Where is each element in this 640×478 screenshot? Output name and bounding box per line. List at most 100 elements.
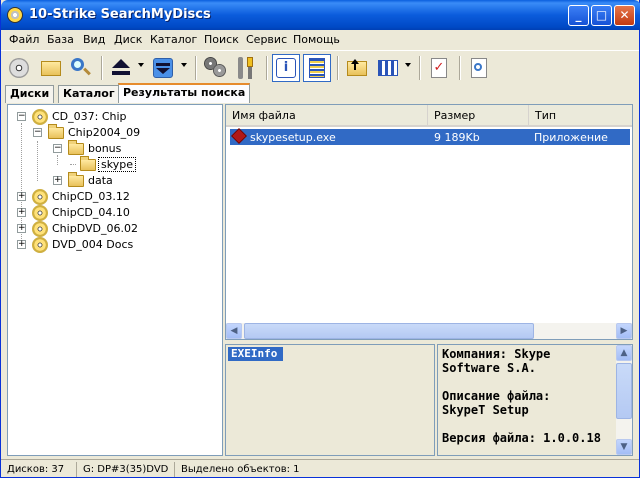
check-icon[interactable]: ✓: [425, 54, 453, 82]
tab-catalog-label: Каталог: [63, 87, 115, 100]
column-header-size[interactable]: Размер: [428, 105, 529, 127]
menu-bar: Файл База Вид Диск Каталог Поиск Сервис …: [1, 30, 639, 50]
tree-item-folder[interactable]: data: [68, 172, 188, 189]
vertical-scrollbar[interactable]: ▲ ▼: [616, 345, 632, 455]
file-list: Имя файла Размер Тип skypesetup.exe 9 18…: [225, 104, 633, 340]
scroll-down-button[interactable]: ▼: [616, 439, 632, 455]
minimize-button[interactable]: _: [568, 5, 589, 26]
close-button[interactable]: ✕: [614, 5, 635, 26]
description-label: Описание файла:: [442, 389, 551, 403]
menu-disc[interactable]: Диск: [114, 33, 142, 46]
tree-guide: [70, 164, 76, 165]
tree-item-disc[interactable]: ChipDVD_06.02: [32, 221, 212, 237]
tree-item-disc[interactable]: ChipCD_04.10: [32, 205, 212, 221]
tree-item-label: CD_037: Chip: [52, 110, 127, 123]
menu-help[interactable]: Помощь: [293, 33, 340, 46]
tree-toggle-expand[interactable]: +: [17, 208, 26, 217]
scroll-right-button[interactable]: ▶: [616, 323, 632, 339]
toolbar-separator: [101, 56, 103, 80]
scroll-left-button[interactable]: ◀: [226, 323, 242, 339]
tree-item-disc[interactable]: DVD_004 Docs: [32, 237, 212, 253]
status-drive: G: DP#3(35)DVD: [79, 462, 175, 477]
column-header-type[interactable]: Тип: [529, 105, 632, 127]
tree-item-label: data: [88, 174, 113, 187]
disc-icon: [32, 221, 48, 237]
tab-discs-label: Диски: [10, 87, 50, 100]
scroll-thumb[interactable]: [616, 363, 632, 419]
horizontal-scrollbar[interactable]: ◀ ▶: [226, 323, 632, 339]
info-icon[interactable]: i: [272, 54, 300, 82]
drive-dropdown-icon[interactable]: [181, 63, 187, 67]
status-bar: Дисков: 37 G: DP#3(35)DVD Выделено объек…: [1, 459, 639, 477]
tree-toggle-collapse[interactable]: −: [33, 128, 42, 137]
open-folder-icon: [80, 156, 96, 171]
table-row[interactable]: skypesetup.exe 9 189Kb Приложение: [230, 128, 630, 145]
toolbar-separator: [459, 56, 461, 80]
scroll-thumb[interactable]: [244, 323, 534, 339]
tree-item-label: ChipCD_03.12: [52, 190, 130, 203]
tree-toggle-collapse[interactable]: −: [53, 144, 62, 153]
company-label: Компания: Skype: [442, 347, 551, 361]
menu-database[interactable]: База: [47, 33, 74, 46]
disc-icon: [32, 109, 48, 125]
tree-item-label: DVD_004 Docs: [52, 238, 134, 251]
tree-toggle-expand[interactable]: +: [17, 224, 26, 233]
exeinfo-panel: EXEInfo: [225, 344, 435, 456]
file-size-cell: 9 189Kb: [434, 131, 480, 144]
toolbar-separator: [266, 56, 268, 80]
file-info-panel: Компания: Skype Software S.A. Описание ф…: [437, 344, 633, 456]
folder-icon[interactable]: [37, 54, 65, 82]
menu-search[interactable]: Поиск: [204, 33, 239, 46]
drive-icon[interactable]: [149, 54, 177, 82]
title-bar[interactable]: 10-Strike SearchMyDiscs _ □ ✕: [1, 0, 640, 30]
exeinfo-title: EXEInfo: [228, 347, 284, 361]
tree-toggle-expand[interactable]: +: [53, 176, 62, 185]
view-icon[interactable]: [374, 54, 402, 82]
tree-item-disc[interactable]: ChipCD_03.12: [32, 189, 212, 205]
eject-dropdown-icon[interactable]: [138, 63, 144, 67]
tree-toggle-expand[interactable]: +: [17, 240, 26, 249]
up-folder-icon[interactable]: [343, 54, 371, 82]
status-selected: Выделено объектов: 1: [181, 464, 300, 475]
tree-item-disc[interactable]: CD_037: Chip: [32, 109, 212, 125]
eject-icon[interactable]: [107, 54, 135, 82]
tree-item-folder-selected[interactable]: skype: [80, 156, 180, 173]
tree-item-label: skype: [98, 157, 136, 172]
column-header-name[interactable]: Имя файла: [226, 105, 428, 127]
tab-discs[interactable]: Диски: [5, 85, 55, 103]
exe-file-icon: [231, 128, 247, 144]
discs-icon[interactable]: [201, 54, 229, 82]
tree-toggle-collapse[interactable]: −: [17, 112, 26, 121]
scroll-up-button[interactable]: ▲: [616, 345, 632, 361]
toolbar-separator: [195, 56, 197, 80]
disc-icon[interactable]: [5, 54, 33, 82]
file-version: Версия файла: 1.0.0.18: [442, 431, 601, 445]
app-disc-icon: [7, 7, 23, 23]
menu-file[interactable]: Файл: [9, 33, 39, 46]
tab-search-results[interactable]: Результаты поиска: [118, 83, 251, 103]
tree-item-label: Chip2004_09: [68, 126, 141, 139]
list-header: Имя файла Размер Тип: [226, 105, 632, 127]
status-disc-count: Дисков: 37: [3, 462, 77, 477]
disc-icon: [32, 205, 48, 221]
file-name-cell: skypesetup.exe: [250, 131, 336, 144]
menu-view[interactable]: Вид: [83, 33, 105, 46]
tree-item-folder[interactable]: bonus: [68, 140, 188, 157]
tools-icon[interactable]: [232, 54, 260, 82]
maximize-button[interactable]: □: [591, 5, 612, 26]
toolbar-separator: [337, 56, 339, 80]
view-dropdown-icon[interactable]: [405, 63, 411, 67]
menu-catalog[interactable]: Каталог: [150, 33, 197, 46]
tree-guide: [37, 141, 38, 181]
tree-toggle-expand[interactable]: +: [17, 192, 26, 201]
list-icon[interactable]: [303, 54, 331, 82]
menu-service[interactable]: Сервис: [246, 33, 287, 46]
tab-search-results-label: Результаты поиска: [123, 86, 246, 99]
search-icon[interactable]: [67, 54, 95, 82]
tab-catalog[interactable]: Каталог: [58, 85, 120, 103]
open-folder-icon: [48, 124, 64, 139]
find-doc-icon[interactable]: [465, 54, 493, 82]
app-window: 10-Strike SearchMyDiscs _ □ ✕ Файл База …: [0, 0, 640, 478]
open-folder-icon: [68, 140, 84, 155]
tree-item-folder[interactable]: Chip2004_09: [48, 124, 208, 141]
